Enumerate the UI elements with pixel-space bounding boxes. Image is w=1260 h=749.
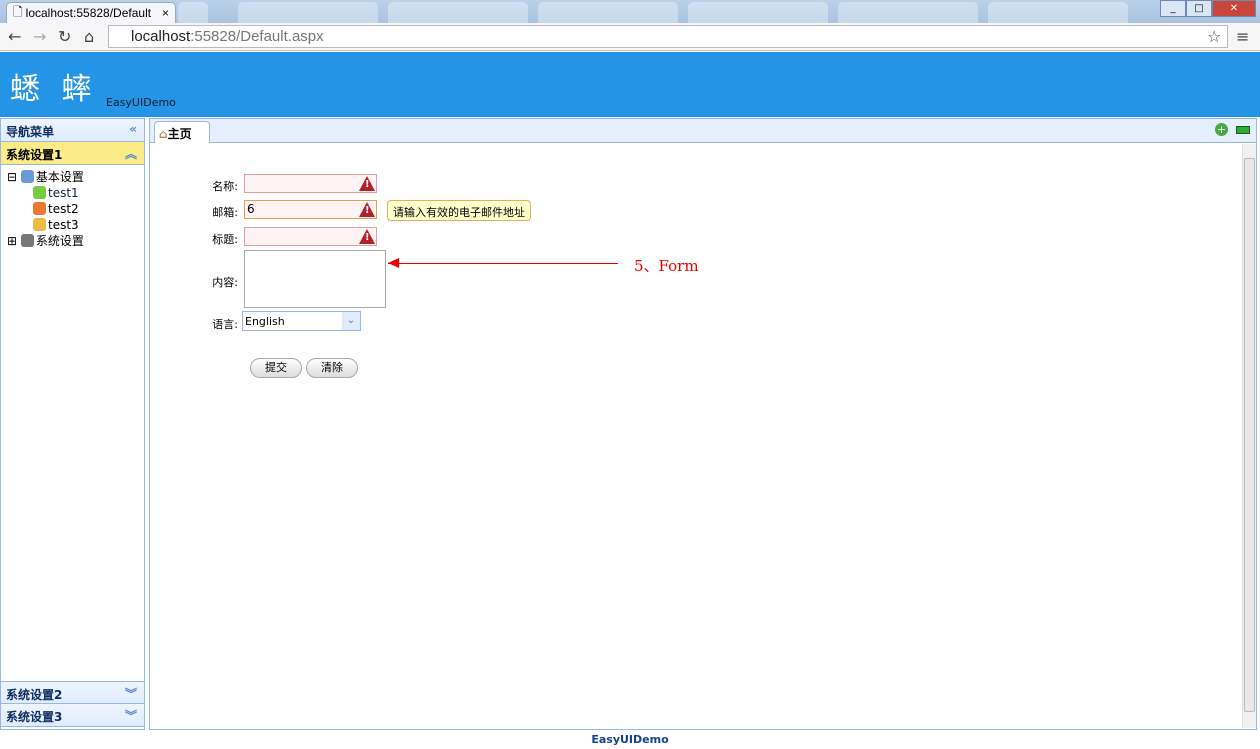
collapse-icon[interactable]: « [129,122,137,136]
footer: EasyUIDemo [591,733,669,746]
language-label: 语言: [212,318,238,331]
browser-toolbar: ← → ↻ ⌂ localhost:55828/Default.aspx ☆ ≡ [0,23,1260,51]
address-bar[interactable]: localhost:55828/Default.aspx [108,25,1228,48]
chevron-down-icon[interactable]: ︾ [125,685,137,702]
tab-home[interactable]: ⌂主页 [154,121,210,143]
app-name: EasyUIDemo [106,96,176,109]
warning-icon [359,176,375,191]
chevron-down-icon[interactable]: ⌄ [342,312,360,330]
logo: 蟋 蟀 [10,72,98,107]
nav-tree: ⊟ 基本设置 test1 test2 test3 ⊞ 系统设置 [1,165,144,681]
browser-tab[interactable]: 🗋 localhost:55828/Default × [6,2,176,23]
user-remove-icon [33,202,46,215]
tree-node-system-settings[interactable]: ⊞ 系统设置 [7,233,144,249]
clear-button[interactable]: 清除 [306,358,358,378]
chevron-down-icon[interactable]: ︾ [125,707,137,724]
warning-icon [359,202,375,217]
email-label: 邮箱: [212,206,238,219]
browser-tab-strip: 🗋 localhost:55828/Default × _ □ ✕ [0,0,1260,23]
warning-icon [359,229,375,244]
new-tab-button[interactable] [178,2,208,23]
page-icon: 🗋 [13,4,23,19]
tree-node-test1[interactable]: test1 [7,185,144,201]
section-system-settings-3[interactable]: 系统设置3 ︾ [1,704,144,727]
close-icon[interactable]: ✕ [1212,0,1256,17]
section-system-settings-1[interactable]: 系统设置1 ︽ [1,142,144,165]
forward-icon[interactable]: → [33,27,46,46]
title-label: 标题: [212,233,238,246]
tree-node-test2[interactable]: test2 [7,201,144,217]
tabs-bar: ⌂主页 + [149,118,1257,143]
annotation-label: 5、Form [634,257,699,275]
submit-button[interactable]: 提交 [250,358,302,378]
collapse-node-icon[interactable]: ⊟ [7,170,17,184]
title-input[interactable] [244,227,377,246]
menu-icon[interactable]: ≡ [1236,27,1249,46]
email-input[interactable]: 6 [244,200,377,219]
tree-node-basic-settings[interactable]: ⊟ 基本设置 [7,169,144,185]
browser-tab[interactable] [838,2,978,23]
add-icon[interactable]: + [1215,123,1228,136]
star-icon[interactable]: ☆ [1207,27,1221,46]
scrollbar-thumb[interactable] [1244,158,1255,712]
minimize-panel-icon[interactable] [1236,126,1250,134]
maximize-icon[interactable]: □ [1186,0,1212,17]
user-key-icon [33,218,46,231]
close-tab-icon[interactable]: × [162,6,169,20]
browser-tab[interactable] [688,2,828,23]
browser-tab[interactable] [538,2,678,23]
language-select[interactable]: English ⌄ [242,311,361,331]
users-icon [20,170,34,183]
browser-tab[interactable] [238,2,378,23]
section-system-settings-2[interactable]: 系统设置2 ︾ [1,681,144,704]
name-input[interactable] [244,174,377,193]
minimize-icon[interactable]: _ [1160,0,1186,17]
arrowhead-icon [388,258,399,268]
home-icon: ⌂ [159,127,168,141]
back-icon[interactable]: ← [8,27,21,46]
app-header: 蟋 蟀 EasyUIDemo [0,52,1260,117]
validation-tooltip: 请输入有效的电子邮件地址 [387,200,531,221]
tree-node-test3[interactable]: test3 [7,217,144,233]
browser-tab[interactable] [388,2,528,23]
reload-icon[interactable]: ↻ [58,27,71,46]
nav-sidebar: 导航菜单 « 系统设置1 ︽ ⊟ 基本设置 test1 test2 test3 ⊞ … [0,118,145,730]
sidebar-header: 导航菜单 « [1,119,144,142]
computer-icon [20,234,34,247]
expand-node-icon[interactable]: ⊞ [7,234,17,248]
annotation-arrow [388,263,618,264]
chevron-up-icon[interactable]: ︽ [125,145,137,162]
content-label: 内容: [212,276,238,289]
content-textarea[interactable] [244,250,386,308]
vertical-scrollbar[interactable] [1242,144,1256,728]
browser-tab[interactable] [988,2,1128,23]
name-label: 名称: [212,180,238,193]
window-controls: _ □ ✕ [1160,0,1256,17]
user-add-icon [33,186,46,199]
home-icon[interactable]: ⌂ [84,27,94,46]
